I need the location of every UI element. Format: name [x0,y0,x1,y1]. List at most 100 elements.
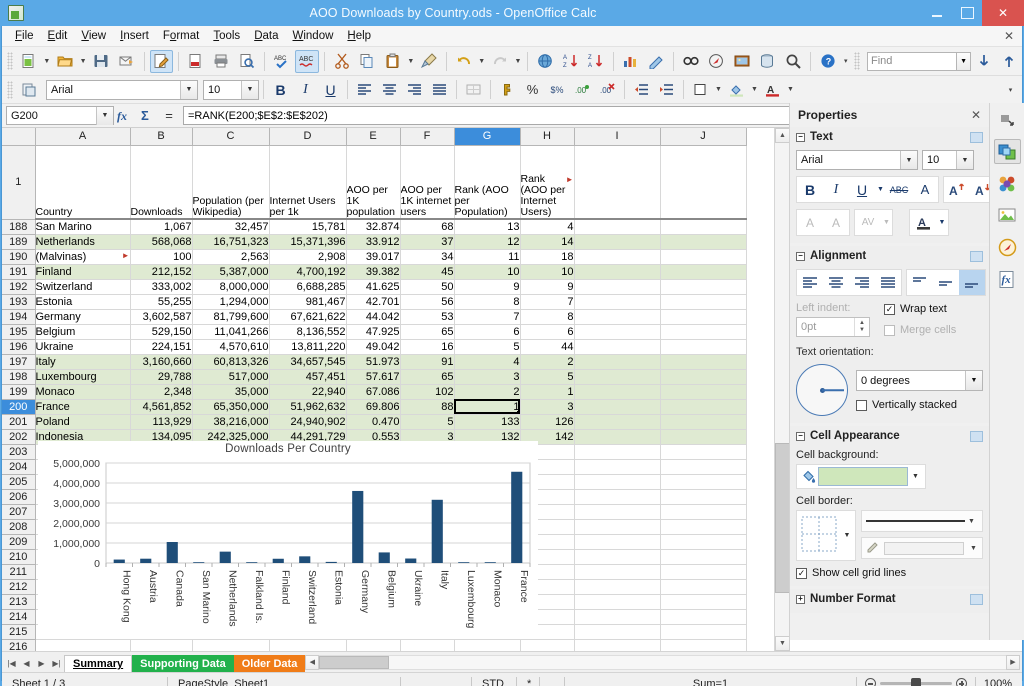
cell-border-dropdown-icon[interactable]: ▼ [841,532,853,539]
grid-cell[interactable]: 113,929 [130,414,193,430]
sidebar-align-justify-icon[interactable] [875,270,901,295]
grid-cell[interactable] [574,369,661,385]
add-decimal-place-icon[interactable]: .00 [571,79,594,101]
grid-cell[interactable]: 41.625 [346,279,401,295]
cell-background-dropdown-icon[interactable]: ▼ [908,473,923,480]
clone-formatting-icon[interactable] [417,50,441,73]
grid-cell[interactable]: 8,000,000 [192,279,270,295]
edit-mode-icon[interactable] [149,49,174,73]
sidebar-strikethrough-button[interactable]: ABC [886,177,912,202]
align-middle-icon[interactable] [933,270,959,295]
row-header-213[interactable]: 213 [2,594,36,610]
grid-cell[interactable]: 91 [400,354,455,370]
find-input[interactable]: Find [866,51,958,71]
sidebar-shadow-button[interactable]: A [912,177,938,202]
table-row[interactable]: 199 Monaco 2,348 35,000 22,940 67.086 102 2 1 [2,384,747,400]
paste-icon[interactable] [381,50,405,73]
grid-cell[interactable]: 14 [520,234,575,250]
navigator-deck-icon[interactable] [994,235,1021,260]
align-left-icon[interactable] [353,79,376,101]
gallery-icon[interactable] [730,50,754,73]
close-document-button[interactable]: ✕ [1004,29,1014,43]
grid-cell[interactable] [660,264,747,280]
grid-cell[interactable]: 100 [130,249,193,265]
grid-cell[interactable]: 67.086 [346,384,401,400]
sidebar-font-name-dropdown-icon[interactable]: ▼ [900,151,917,169]
column-header-I[interactable]: I [574,128,661,146]
grid-cell[interactable] [574,234,661,250]
insert-chart-icon[interactable] [619,50,643,73]
row-header-208[interactable]: 208 [2,519,36,535]
column-header-D[interactable]: D [269,128,347,146]
wrap-text-check-icon[interactable]: ✓ [884,303,895,315]
increase-font-size-icon[interactable]: A [944,177,970,202]
border-color-swatch[interactable] [884,541,964,555]
grid-cell[interactable] [660,369,747,385]
column-header-C[interactable]: C [192,128,270,146]
hscroll-right-button[interactable]: ▶ [1006,654,1020,670]
zoom-control[interactable] [857,678,975,686]
cell-appearance-more-options-icon[interactable] [970,430,983,442]
styles-and-formatting-icon[interactable] [17,78,41,101]
zoom-level[interactable]: 100% [976,673,1022,686]
increase-indent-icon[interactable] [655,79,678,101]
grid-cell[interactable]: 3 [520,399,575,415]
row-header-215[interactable]: 215 [2,624,36,640]
grid-cell[interactable]: 56 [400,294,455,310]
header-cell[interactable]: Population (per Wikipedia) [192,145,270,220]
sort-descending-icon[interactable]: ZA [584,50,608,73]
cell-border-control[interactable]: ▼ [796,510,856,561]
grid-cell[interactable]: 529,150 [130,324,193,340]
open-document-dropdown-icon[interactable]: ▼ [78,50,89,73]
maximize-button[interactable] [952,0,982,26]
grid-cell[interactable] [574,474,661,490]
grid-cell[interactable] [574,324,661,340]
header-cell[interactable]: AOO per 1K population [346,145,401,220]
grid-cell[interactable] [660,534,747,550]
grid-cell[interactable]: 11 [454,249,521,265]
functions-deck-icon[interactable]: fx [994,267,1021,292]
grid-cell[interactable] [660,594,747,610]
grid-cell[interactable]: 33.912 [346,234,401,250]
grid-cell[interactable]: ► (Malvinas) [35,249,131,265]
grid-cell[interactable]: 16,751,323 [192,234,270,250]
background-color-icon[interactable] [725,79,748,101]
merge-cells-check-icon[interactable] [884,324,895,336]
merge-cells-icon[interactable] [462,79,485,101]
grid-cell[interactable] [574,549,661,565]
show-grid-lines-checkbox[interactable]: ✓ Show cell grid lines [796,567,906,579]
grid-cell[interactable]: 57.617 [346,369,401,385]
spelling-check-icon[interactable]: ABC [270,50,294,73]
header-cell[interactable] [574,145,661,220]
minimize-button[interactable] [922,0,952,26]
cell-appearance-title-row[interactable]: − Cell Appearance [790,426,989,446]
grid-cell[interactable]: 65 [400,324,455,340]
sidebar-font-name-combo[interactable]: Arial ▼ [796,150,918,170]
grid-cell[interactable]: 3 [454,369,521,385]
sidebar-font-color-icon[interactable]: A [910,210,936,235]
row-header-195[interactable]: 195 [2,324,36,340]
row-header-192[interactable]: 192 [2,279,36,295]
column-header-H[interactable]: H [520,128,575,146]
function-wizard-icon[interactable]: fx [114,106,136,125]
grid-cell[interactable] [660,609,747,625]
border-line-color-dropdown-icon[interactable]: ▼ [968,545,979,552]
grid-cell[interactable]: France [35,399,131,415]
sidebar-align-center-icon[interactable] [823,270,849,295]
grid-cell[interactable]: 18 [520,249,575,265]
grid-cell[interactable]: 2,908 [269,249,347,265]
grid-cell[interactable]: 6,688,285 [269,279,347,295]
grid-cell[interactable]: 8,136,552 [269,324,347,340]
close-button[interactable]: ✕ [982,0,1024,26]
find-next-icon[interactable] [972,50,996,73]
grid-cell[interactable] [574,354,661,370]
grid-cell[interactable] [346,639,401,651]
delete-decimal-place-icon[interactable]: .00 [596,79,619,101]
grid-cell[interactable]: 4,570,610 [192,339,270,355]
row-header-193[interactable]: 193 [2,294,36,310]
grid-cell[interactable]: 1,067 [130,219,193,235]
table-row[interactable]: 188 San Marino 1,067 32,457 15,781 32.874 68 13… [2,219,747,235]
grid-cell[interactable]: 457,451 [269,369,347,385]
grid-cell[interactable] [574,249,661,265]
grid-cell[interactable]: 1,294,000 [192,294,270,310]
